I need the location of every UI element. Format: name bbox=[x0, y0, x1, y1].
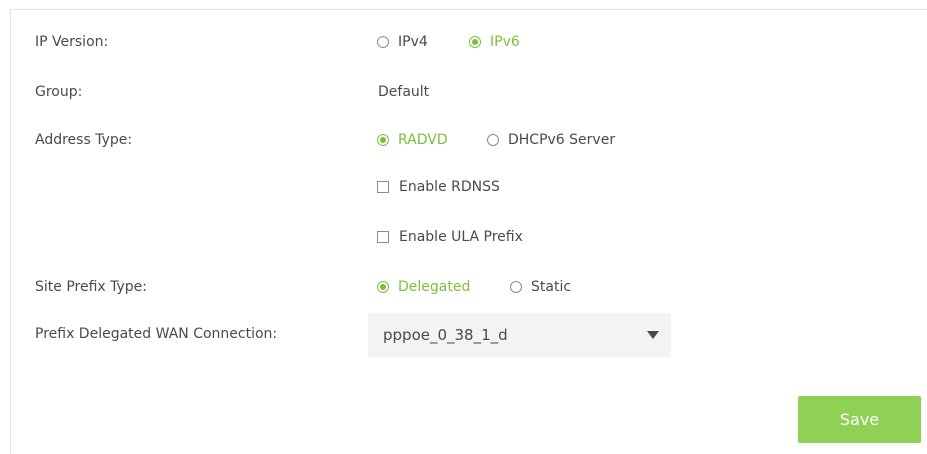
radio-icon[interactable] bbox=[487, 134, 499, 146]
radio-icon[interactable] bbox=[510, 281, 522, 293]
enable-ula-prefix-label: Enable ULA Prefix bbox=[399, 229, 523, 245]
ipv4-radio-option[interactable]: IPv4 bbox=[377, 33, 428, 51]
ipv6-radio-option[interactable]: IPv6 bbox=[469, 33, 520, 51]
ipv4-radio-label: IPv4 bbox=[398, 34, 428, 50]
group-label: Group: bbox=[35, 84, 83, 100]
radio-icon[interactable] bbox=[377, 36, 389, 48]
address-type-label: Address Type: bbox=[35, 132, 133, 148]
dhcpv6-server-radio-label: DHCPv6 Server bbox=[508, 132, 616, 148]
checkbox-icon[interactable] bbox=[377, 231, 389, 243]
site-prefix-type-label: Site Prefix Type: bbox=[35, 279, 148, 295]
enable-rdnss-checkbox-option[interactable]: Enable RDNSS bbox=[377, 178, 500, 196]
radvd-radio-label: RADVD bbox=[398, 132, 448, 148]
enable-rdnss-label: Enable RDNSS bbox=[399, 179, 500, 195]
radio-selected-icon[interactable] bbox=[469, 36, 481, 48]
prefix-wan-select[interactable]: pppoe_0_38_1_d bbox=[368, 313, 671, 357]
delegated-radio-label: Delegated bbox=[398, 279, 471, 295]
save-button[interactable]: Save bbox=[798, 396, 921, 443]
radio-selected-icon[interactable] bbox=[377, 281, 389, 293]
delegated-radio-option[interactable]: Delegated bbox=[377, 278, 470, 296]
ipv6-radio-label: IPv6 bbox=[490, 34, 520, 50]
ipv6-lan-settings-panel: IP Version: IPv4 IPv6 Group: Default Add… bbox=[10, 9, 927, 454]
group-value: Default bbox=[378, 84, 430, 100]
static-radio-label: Static bbox=[531, 279, 572, 295]
static-radio-option[interactable]: Static bbox=[510, 278, 571, 296]
ip-version-label: IP Version: bbox=[35, 34, 109, 50]
prefix-wan-selected-value: pppoe_0_38_1_d bbox=[383, 326, 508, 344]
enable-ula-prefix-checkbox-option[interactable]: Enable ULA Prefix bbox=[377, 228, 523, 246]
radvd-radio-option[interactable]: RADVD bbox=[377, 131, 448, 149]
checkbox-icon[interactable] bbox=[377, 181, 389, 193]
prefix-wan-label: Prefix Delegated WAN Connection: bbox=[35, 326, 278, 342]
radio-selected-icon[interactable] bbox=[377, 134, 389, 146]
caret-down-icon[interactable] bbox=[647, 331, 659, 339]
dhcpv6-server-radio-option[interactable]: DHCPv6 Server bbox=[487, 131, 615, 149]
